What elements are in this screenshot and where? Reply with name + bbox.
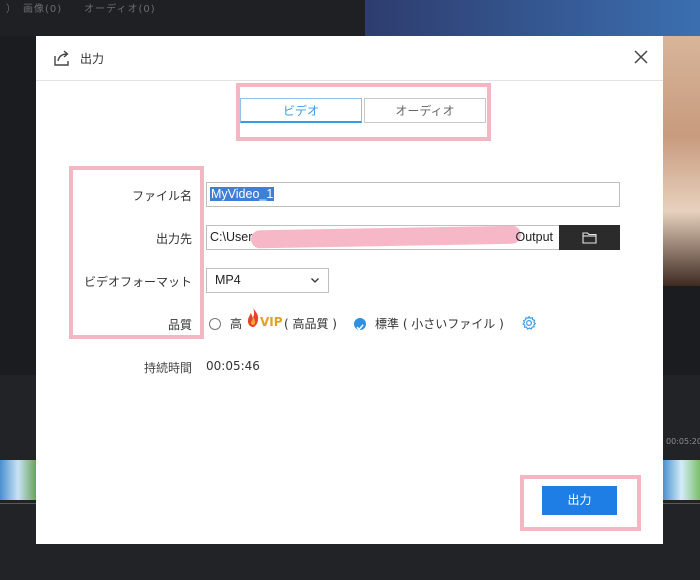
quality-high-desc: ( 高品質 ) (284, 317, 337, 331)
export-icon (54, 50, 69, 66)
file-name-input[interactable]: MyVideo_1 (206, 182, 620, 207)
output-path-start: C:\User (210, 230, 253, 244)
tab-audio[interactable]: オーディオ (364, 98, 486, 123)
checkmark-icon (356, 324, 364, 331)
file-name-value: MyVideo_1 (210, 187, 275, 201)
tab-video[interactable]: ビデオ (240, 98, 362, 123)
format-select[interactable]: MP4 (206, 268, 329, 293)
close-icon[interactable] (631, 47, 651, 67)
dialog-title: 出力 (80, 52, 105, 66)
quality-high-radio[interactable] (209, 318, 221, 330)
file-name-label: ファイル名 (131, 189, 192, 203)
settings-gear-icon[interactable] (521, 315, 537, 331)
timeline-clip-thumbnail (663, 460, 700, 500)
redaction-mark (250, 225, 522, 249)
format-label: ビデオフォーマット (83, 275, 192, 289)
quality-label: 品質 (167, 318, 192, 332)
flame-icon (247, 307, 259, 327)
folder-icon (582, 232, 597, 244)
format-value: MP4 (215, 273, 241, 287)
timeline-clip-thumbnail (0, 460, 36, 500)
quality-high-label: 高 (230, 317, 243, 331)
duration-value: 00:05:46 (206, 359, 260, 373)
preview-image (663, 36, 700, 286)
quality-standard-radio[interactable] (354, 318, 366, 331)
media-tabs: ） 画像(0) オーディオ(0) (6, 4, 156, 15)
preview-banner (365, 0, 700, 36)
export-button[interactable]: 出力 (542, 486, 617, 515)
timeline-time: 00:05:20 (666, 437, 700, 446)
browse-folder-button[interactable] (559, 225, 620, 250)
output-path-input[interactable]: C:\User Output (206, 225, 560, 250)
dialog-title-bar: 出力 (36, 36, 663, 81)
export-dialog: 出力 ビデオ オーディオ ファイル名 出力先 ビデオフォーマット 品質 持続時間… (36, 36, 663, 544)
duration-label: 持続時間 (143, 361, 192, 375)
output-path-end: Output (515, 230, 553, 244)
quality-standard-label: 標準 ( 小さいファイル ) (375, 317, 504, 331)
output-path-label: 出力先 (155, 232, 192, 246)
chevron-down-icon (311, 278, 319, 283)
vip-badge: VIP (260, 315, 283, 329)
